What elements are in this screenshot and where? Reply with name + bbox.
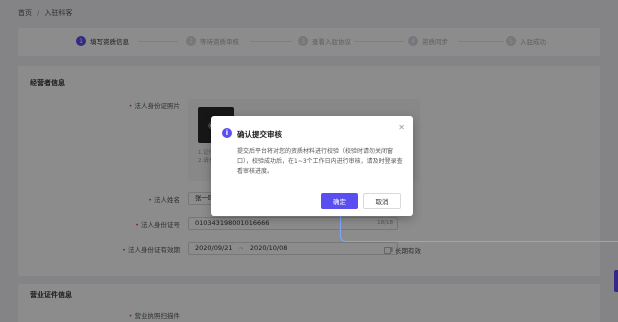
confirm-dialog: ✕ i 确认提交审核 提交后平台将对您的资质材料进行校验（校验时请勿关闭窗口），… <box>211 116 413 216</box>
confirm-button[interactable]: 确定 <box>321 193 358 209</box>
close-icon[interactable]: ✕ <box>398 123 405 132</box>
info-icon: i <box>222 128 232 138</box>
dialog-body: 提交后平台将对您的资质材料进行校验（校验时请勿关闭窗口），校验成功后，在1~3个… <box>237 148 403 175</box>
cancel-button[interactable]: 取消 <box>363 193 401 209</box>
dialog-title: 确认提交审核 <box>237 130 282 139</box>
